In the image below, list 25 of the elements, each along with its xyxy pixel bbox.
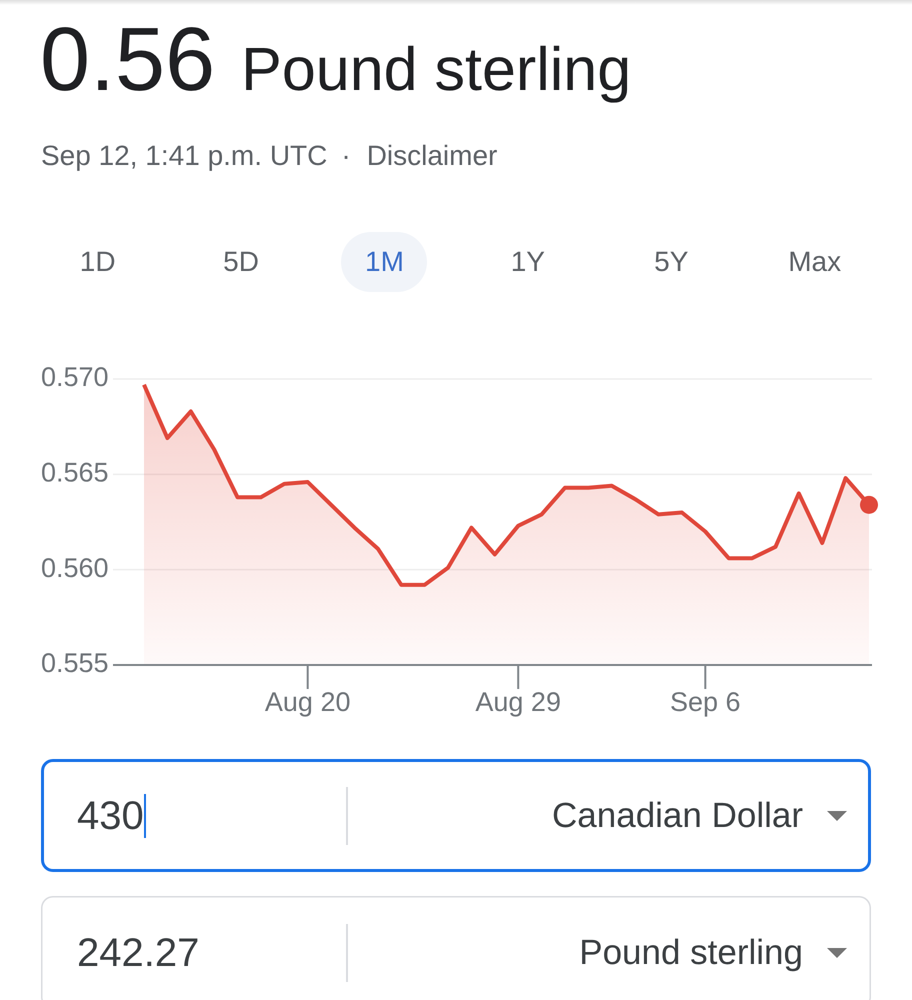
caret-icon	[827, 948, 847, 958]
y-axis-label: 0.565	[41, 457, 109, 488]
currency-dropdown[interactable]: Canadian Dollar	[552, 796, 847, 836]
x-axis-label: Sep 6	[670, 687, 741, 718]
timestamp: Sep 12, 1:41 p.m. UTC	[41, 139, 328, 173]
y-axis-label: 0.560	[41, 552, 109, 583]
separator-dot: ·	[341, 139, 351, 173]
range-tab[interactable]: 5Y	[628, 232, 714, 292]
y-axis-label: 0.570	[41, 362, 109, 392]
range-tab[interactable]: 5D	[198, 232, 284, 292]
x-axis-label: Aug 29	[475, 687, 561, 718]
range-tab[interactable]: Max	[772, 232, 858, 292]
y-axis-label: 0.555	[41, 648, 109, 678]
range-tab[interactable]: 1D	[54, 232, 141, 292]
currency-dropdown[interactable]: Pound sterling	[579, 932, 847, 972]
disclaimer-link[interactable]: Disclaimer	[366, 138, 498, 174]
text-cursor-icon	[144, 794, 146, 838]
caret-icon	[827, 810, 847, 820]
range-tab[interactable]: 1M	[341, 232, 428, 292]
amount-input[interactable]: 430	[41, 792, 346, 838]
amount-input[interactable]: 242.27	[41, 930, 346, 976]
exchange-rate-value: 0.56	[40, 15, 216, 105]
latest-value-dot-icon	[860, 496, 878, 514]
x-axis-label: Aug 20	[264, 687, 350, 718]
range-tab[interactable]: 1Y	[484, 232, 571, 292]
